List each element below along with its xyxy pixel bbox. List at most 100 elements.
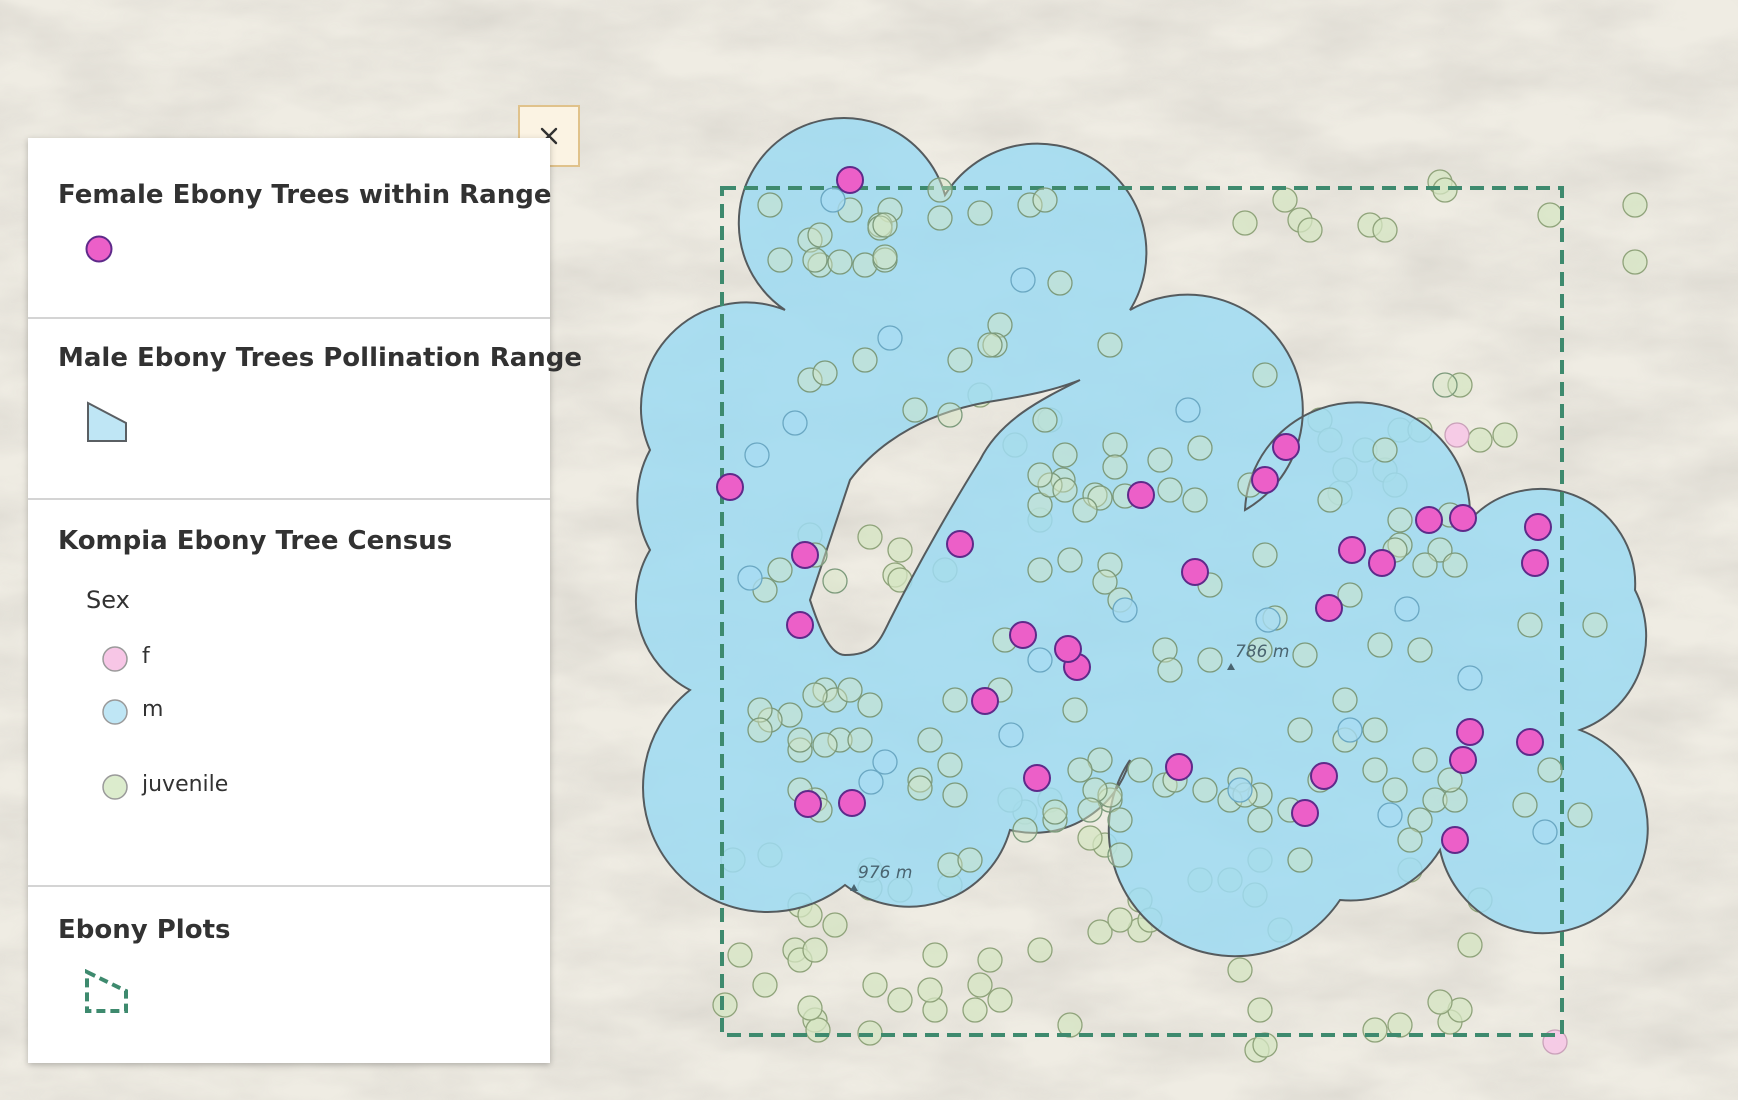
census-point-juvenile <box>1252 542 1278 568</box>
census-point-juvenile <box>927 205 953 231</box>
census-point-juvenile <box>967 972 993 998</box>
legend-title: Ebony Plots <box>58 915 231 945</box>
census-point-juvenile <box>1512 792 1538 818</box>
census-point-juvenile <box>837 677 863 703</box>
census-point-juvenile <box>1537 202 1563 228</box>
female-tree-point[interactable] <box>1054 635 1082 663</box>
census-point-m <box>1255 607 1281 633</box>
census-point-juvenile <box>942 687 968 713</box>
female-tree-point[interactable] <box>1251 466 1279 494</box>
female-tree-point[interactable] <box>971 687 999 715</box>
female-tree-point[interactable] <box>1368 549 1396 577</box>
census-point-juvenile <box>1197 647 1223 673</box>
census-point-m <box>1112 597 1138 623</box>
census-point-juvenile <box>1332 687 1358 713</box>
female-tree-point[interactable] <box>1315 594 1343 622</box>
legend-field-label: Sex <box>86 586 130 614</box>
census-point-juvenile <box>1622 249 1648 275</box>
census-point-juvenile <box>1057 547 1083 573</box>
female-tree-point[interactable] <box>1272 433 1300 461</box>
census-point-m <box>1337 717 1363 743</box>
census-point-juvenile <box>787 727 813 753</box>
census-point-juvenile <box>1157 477 1183 503</box>
census-point-juvenile <box>917 977 943 1003</box>
female-tree-point[interactable] <box>1023 764 1051 792</box>
female-tree-point[interactable] <box>1449 746 1477 774</box>
legend-panel: Female Ebony Trees within Range Male Ebo… <box>28 138 582 1063</box>
census-point-juvenile <box>917 727 943 753</box>
census-point-m <box>1377 802 1403 828</box>
female-tree-point[interactable] <box>1009 621 1037 649</box>
female-tree-point[interactable] <box>1516 728 1544 756</box>
census-point-juvenile <box>1107 842 1133 868</box>
female-tree-point[interactable] <box>1449 504 1477 532</box>
census-point-juvenile <box>1042 799 1068 825</box>
female-tree-point[interactable] <box>1291 799 1319 827</box>
female-tree-point[interactable] <box>716 473 744 501</box>
female-tree-point[interactable] <box>786 611 814 639</box>
census-point-juvenile <box>947 347 973 373</box>
legend-section-pollination-range: Male Ebony Trees Pollination Range <box>28 319 582 500</box>
census-point-juvenile <box>1297 217 1323 243</box>
census-point-juvenile <box>822 568 848 594</box>
census-point-juvenile <box>887 537 913 563</box>
female-tree-point[interactable] <box>838 789 866 817</box>
census-point-juvenile <box>1027 937 1053 963</box>
census-point-juvenile <box>1382 777 1408 803</box>
census-point-juvenile <box>862 972 888 998</box>
female-tree-point[interactable] <box>791 541 819 569</box>
female-tree-point[interactable] <box>1310 762 1338 790</box>
legend-section-census: Kompia Ebony Tree Census Sex f m juvenil… <box>28 500 550 887</box>
census-point-m <box>744 442 770 468</box>
female-tree-point[interactable] <box>1165 753 1193 781</box>
census-point-juvenile <box>942 782 968 808</box>
elevation-label: 976 m <box>858 863 912 883</box>
polygon-symbol <box>87 401 127 442</box>
census-point-juvenile <box>1407 637 1433 663</box>
census-juvenile-symbol <box>102 774 128 800</box>
female-tree-point[interactable] <box>1181 558 1209 586</box>
census-point-juvenile <box>767 247 793 273</box>
legend-section-female-trees: Female Ebony Trees within Range <box>28 138 551 319</box>
census-point-juvenile <box>1192 777 1218 803</box>
female-tree-point[interactable] <box>794 790 822 818</box>
census-point-juvenile <box>887 987 913 1013</box>
census-point-m <box>820 187 846 213</box>
census-point-juvenile <box>797 995 823 1021</box>
census-point-juvenile <box>1367 632 1393 658</box>
female-tree-point[interactable] <box>946 530 974 558</box>
census-point-juvenile <box>1062 697 1088 723</box>
census-point-juvenile <box>1457 932 1483 958</box>
census-point-juvenile <box>1102 454 1128 480</box>
census-point-juvenile <box>812 360 838 386</box>
census-point-juvenile <box>805 1017 831 1043</box>
legend-title: Male Ebony Trees Pollination Range <box>58 343 583 373</box>
census-point-juvenile <box>757 192 783 218</box>
census-point-juvenile <box>872 212 898 238</box>
census-point-m <box>1027 647 1053 673</box>
female-tree-point[interactable] <box>1127 481 1155 509</box>
census-point-juvenile <box>1362 1017 1388 1043</box>
census-point-m <box>1457 665 1483 691</box>
census-point-juvenile <box>1027 557 1053 583</box>
female-tree-point[interactable] <box>1456 718 1484 746</box>
female-tree-point[interactable] <box>836 166 864 194</box>
legend-item-label: f <box>142 644 150 669</box>
census-point-juvenile <box>857 692 883 718</box>
census-point-juvenile <box>1247 997 1273 1023</box>
census-point-m <box>998 722 1024 748</box>
census-point-juvenile <box>1317 487 1343 513</box>
female-tree-point[interactable] <box>1441 826 1469 854</box>
census-point-juvenile <box>1427 989 1453 1015</box>
female-tree-point[interactable] <box>1415 506 1443 534</box>
census-point-juvenile <box>987 987 1013 1013</box>
census-point-juvenile <box>1157 657 1183 683</box>
female-tree-point[interactable] <box>1524 513 1552 541</box>
census-point-juvenile <box>907 775 933 801</box>
census-point-juvenile <box>1492 422 1518 448</box>
census-point-m <box>782 410 808 436</box>
census-point-juvenile <box>1372 437 1398 463</box>
female-tree-point[interactable] <box>1521 549 1549 577</box>
census-point-juvenile <box>1292 642 1318 668</box>
female-tree-point[interactable] <box>1338 536 1366 564</box>
